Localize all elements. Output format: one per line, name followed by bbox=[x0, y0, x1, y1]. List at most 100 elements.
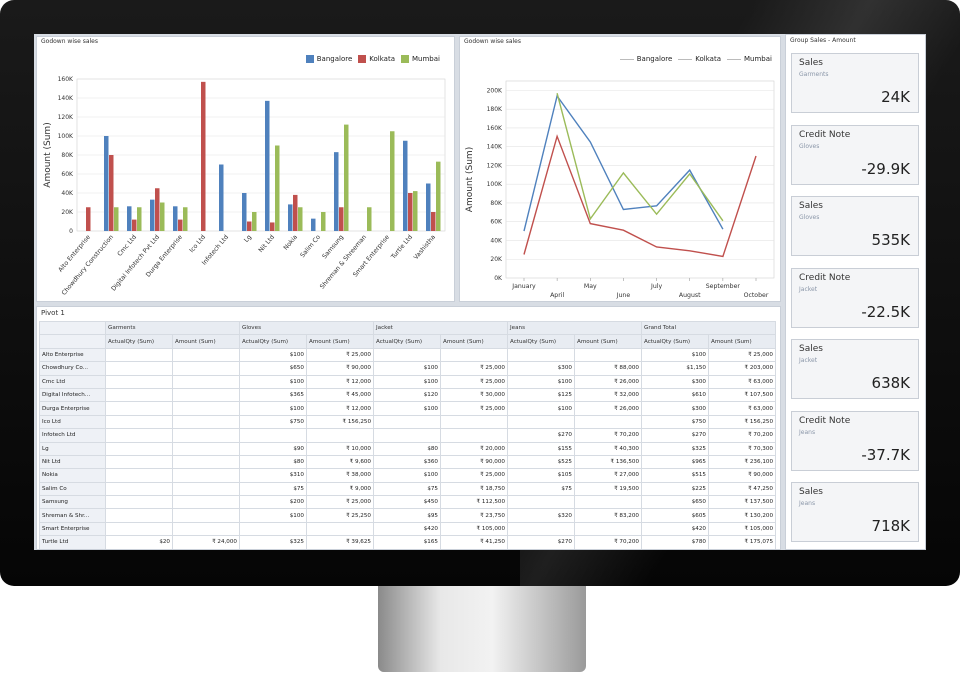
pivot-cell[interactable] bbox=[172, 495, 240, 510]
pivot-row-header[interactable]: Durga Enterprise bbox=[39, 401, 106, 416]
pivot-cell[interactable] bbox=[239, 428, 307, 443]
pivot-cell[interactable]: $310 bbox=[239, 468, 307, 483]
pivot-cell[interactable]: ₹ 25,000 bbox=[306, 347, 374, 363]
pivot-cell[interactable]: $100 bbox=[239, 347, 307, 363]
pivot-cell[interactable]: $120 bbox=[373, 387, 441, 403]
pivot-cell[interactable]: $270 bbox=[507, 428, 575, 443]
pivot-cell[interactable]: ₹ 136,500 bbox=[574, 454, 642, 470]
pivot-cell[interactable]: $105 bbox=[507, 468, 575, 483]
bar-kolkata[interactable] bbox=[109, 155, 114, 231]
pivot-cell[interactable]: $420 bbox=[373, 521, 441, 537]
pivot-cell[interactable]: ₹ 112,500 bbox=[440, 495, 508, 510]
pivot-cell[interactable]: $100 bbox=[641, 347, 709, 363]
pivot-cell[interactable]: $80 bbox=[239, 454, 307, 470]
pivot-cell[interactable] bbox=[105, 414, 173, 430]
pivot-cell[interactable]: $360 bbox=[373, 454, 441, 470]
kpi-card[interactable]: Credit Note Jeans -37.7K bbox=[791, 410, 919, 471]
pivot-cell[interactable]: $75 bbox=[239, 481, 307, 497]
pivot-row-header[interactable]: Salim Co bbox=[39, 481, 106, 497]
pivot-cell[interactable]: ₹ 9,600 bbox=[306, 454, 374, 470]
pivot-cell[interactable]: $1,150 bbox=[641, 361, 709, 376]
bar-mumbai[interactable] bbox=[367, 207, 372, 231]
kpi-card[interactable]: Credit Note Jacket -22.5K bbox=[791, 267, 919, 328]
pivot-cell[interactable]: $95 bbox=[373, 508, 441, 523]
pivot-cell[interactable]: $300 bbox=[507, 361, 575, 376]
kpi-card[interactable]: Sales Jacket 638K bbox=[791, 339, 919, 399]
pivot-cell[interactable]: ₹ 32,000 bbox=[574, 387, 642, 403]
pivot-cell[interactable]: $100 bbox=[373, 374, 441, 389]
pivot-group-header[interactable]: Garments bbox=[105, 320, 240, 336]
bar-bangalore[interactable] bbox=[219, 164, 224, 232]
pivot-group-header[interactable]: Jeans bbox=[507, 320, 642, 336]
pivot-cell[interactable]: ₹ 25,000 bbox=[440, 468, 508, 483]
pivot-cell[interactable]: ₹ 12,000 bbox=[306, 401, 374, 416]
pivot-cell[interactable] bbox=[574, 414, 642, 430]
pivot-row[interactable]: Ico Ltd $750 ₹ 156,250 $750 ₹ 156,250 bbox=[39, 414, 776, 430]
pivot-row-header[interactable]: Chowdhury Co... bbox=[39, 361, 106, 376]
bar-kolkata[interactable] bbox=[293, 194, 298, 231]
pivot-cell[interactable]: ₹ 156,250 bbox=[306, 414, 374, 430]
bar-mumbai[interactable] bbox=[114, 207, 119, 231]
bar-kolkata[interactable] bbox=[431, 212, 436, 231]
pivot-subheader[interactable]: Amount (Sum) bbox=[708, 334, 776, 349]
pivot-subheader[interactable]: ActualQty (Sum) bbox=[641, 334, 709, 349]
line-chart-panel[interactable]: Godown wise sales Bangalore Kolkata Mumbai… bbox=[459, 36, 781, 302]
pivot-cell[interactable]: ₹ 105,000 bbox=[440, 521, 508, 537]
pivot-cell[interactable] bbox=[172, 428, 240, 443]
pivot-cell[interactable]: ₹ 107,500 bbox=[708, 387, 776, 403]
pivot-cell[interactable] bbox=[172, 441, 240, 456]
pivot-cell[interactable]: $155 bbox=[507, 441, 575, 456]
pivot-row-header[interactable]: Smart Enterprise bbox=[39, 521, 106, 537]
bar-mumbai[interactable] bbox=[183, 207, 188, 231]
pivot-cell[interactable]: $300 bbox=[641, 374, 709, 389]
pivot-cell[interactable] bbox=[574, 495, 642, 510]
pivot-row[interactable]: Turtle Ltd $20 ₹ 24,000 $325 ₹ 39,625 $165 ₹ 4… bbox=[39, 535, 776, 549]
pivot-cell[interactable]: ₹ 25,000 bbox=[440, 374, 508, 389]
pivot-cell[interactable]: $75 bbox=[373, 481, 441, 497]
pivot-cell[interactable] bbox=[574, 521, 642, 537]
pivot-cell[interactable] bbox=[105, 387, 173, 403]
pivot-row-header[interactable]: Samsung bbox=[39, 495, 106, 510]
pivot-cell[interactable]: ₹ 45,000 bbox=[306, 387, 374, 403]
bar-bangalore[interactable] bbox=[173, 206, 178, 231]
bar-kolkata[interactable] bbox=[247, 221, 252, 232]
pivot-cell[interactable]: ₹ 19,500 bbox=[574, 481, 642, 497]
pivot-row-header[interactable]: Digital Infotech... bbox=[39, 387, 106, 403]
pivot-row[interactable]: Salim Co $75 ₹ 9,000 $75 ₹ 18,750 $75 ₹ 19,500… bbox=[39, 481, 776, 497]
pivot-cell[interactable] bbox=[105, 361, 173, 376]
pivot-cell[interactable]: ₹ 63,000 bbox=[708, 401, 776, 416]
bar-mumbai[interactable] bbox=[137, 207, 142, 231]
pivot-subheader[interactable]: Amount (Sum) bbox=[440, 334, 508, 349]
bar-mumbai[interactable] bbox=[298, 207, 303, 231]
pivot-row-header[interactable]: Nokia bbox=[39, 468, 106, 483]
pivot-cell[interactable] bbox=[172, 468, 240, 483]
pivot-cell[interactable]: $100 bbox=[507, 374, 575, 389]
bar-bangalore[interactable] bbox=[150, 199, 155, 231]
pivot-group-header[interactable]: Gloves bbox=[239, 320, 374, 336]
pivot-row-header[interactable]: Nit Ltd bbox=[39, 454, 106, 470]
pivot-cell[interactable] bbox=[306, 428, 374, 443]
bar-bangalore[interactable] bbox=[426, 183, 431, 232]
pivot-cell[interactable]: ₹ 26,000 bbox=[574, 374, 642, 389]
bar-kolkata[interactable] bbox=[178, 219, 183, 231]
pivot-cell[interactable]: ₹ 70,300 bbox=[708, 441, 776, 456]
pivot-cell[interactable]: $320 bbox=[507, 508, 575, 523]
pivot-row[interactable]: Alto Enterprise $100 ₹ 25,000 $100 ₹ 25,000 bbox=[39, 347, 776, 363]
bar-mumbai[interactable] bbox=[344, 124, 349, 231]
pivot-subheader[interactable]: Amount (Sum) bbox=[574, 334, 642, 349]
pivot-cell[interactable] bbox=[172, 454, 240, 470]
pivot-cell[interactable] bbox=[507, 495, 575, 510]
bar-bangalore[interactable] bbox=[311, 218, 316, 231]
pivot-cell[interactable]: $270 bbox=[641, 428, 709, 443]
pivot-row-header[interactable]: Ico Ltd bbox=[39, 414, 106, 430]
bar-mumbai[interactable] bbox=[321, 212, 326, 231]
pivot-cell[interactable] bbox=[172, 401, 240, 416]
pivot-cell[interactable]: $100 bbox=[239, 374, 307, 389]
pivot-cell[interactable]: ₹ 25,250 bbox=[306, 508, 374, 523]
pivot-cell[interactable] bbox=[172, 347, 240, 363]
bar-chart[interactable]: 0 20K 40K 60K 80K 100K 120K 140K 160K Amount (Sum… bbox=[37, 37, 456, 303]
pivot-cell[interactable] bbox=[507, 521, 575, 537]
pivot-cell[interactable]: ₹ 70,200 bbox=[574, 535, 642, 549]
kpi-panel[interactable]: Group Sales - Amount Sales Garments 24K Cre… bbox=[785, 34, 926, 550]
pivot-cell[interactable]: $525 bbox=[507, 454, 575, 470]
